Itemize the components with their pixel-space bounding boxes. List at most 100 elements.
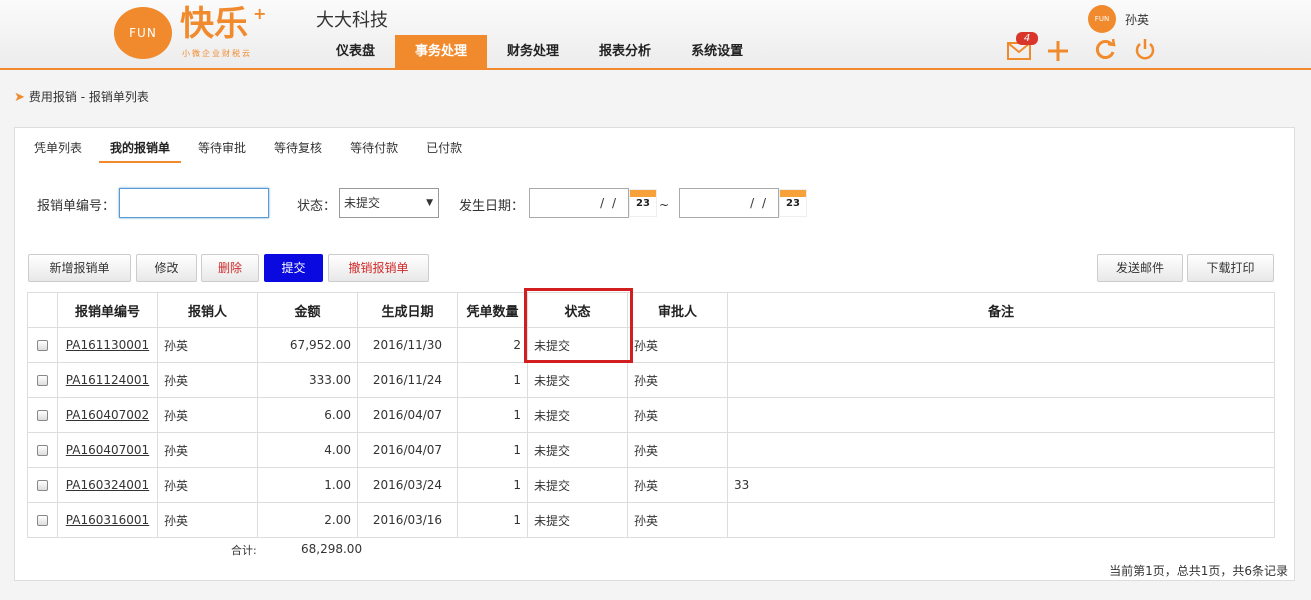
main-nav: 仪表盘 事务处理 财务处理 报表分析 系统设置 <box>316 35 763 68</box>
revoke-button[interactable]: 撤销报销单 <box>328 254 429 282</box>
main-panel: 凭单列表 我的报销单 等待审批 等待复核 等待付款 已付款 报销单编号： 状态：… <box>14 127 1295 581</box>
tab-pending-approval[interactable]: 等待审批 <box>187 138 257 164</box>
arrow-right-icon: ➤ <box>14 90 25 105</box>
logo-plus: + <box>253 4 267 23</box>
avatar[interactable]: FUN <box>1088 5 1116 33</box>
calendar-day: 23 <box>786 198 800 209</box>
status-select[interactable]: 未提交 ▼ <box>339 188 439 218</box>
table-row: PA160407002 孙英 6.00 2016/04/07 1 未提交 孙英 <box>27 397 1275 433</box>
table-row: PA160316001 孙英 2.00 2016/03/16 1 未提交 孙英 <box>27 502 1275 538</box>
date-to-input[interactable]: / / <box>679 188 779 218</box>
status-label: 状态： <box>297 199 337 214</box>
cell-approver: 孙英 <box>627 502 728 538</box>
nav-finance[interactable]: 财务处理 <box>487 35 579 68</box>
submit-button[interactable]: 提交 <box>264 254 323 282</box>
row-checkbox[interactable] <box>37 515 48 526</box>
download-print-button[interactable]: 下载打印 <box>1187 254 1274 282</box>
delete-button[interactable]: 删除 <box>201 254 259 282</box>
row-checkbox-cell <box>27 432 58 468</box>
top-header: FUN 快乐 + 小微企业财税云 大大科技 仪表盘 事务处理 财务处理 报表分析… <box>0 0 1311 70</box>
cell-date: 2016/04/07 <box>357 397 458 433</box>
row-checkbox-cell <box>27 502 58 538</box>
cell-note <box>727 432 1275 468</box>
send-email-button[interactable]: 发送邮件 <box>1097 254 1183 282</box>
tab-paid[interactable]: 已付款 <box>415 138 473 164</box>
date-separator: ~ <box>659 198 670 212</box>
cell-status: 未提交 <box>527 362 628 398</box>
expense-number-link[interactable]: PA160407002 <box>66 408 149 422</box>
tab-my-expenses[interactable]: 我的报销单 <box>99 138 182 163</box>
cell-note <box>727 362 1275 398</box>
cell-status: 未提交 <box>527 432 628 468</box>
header-person: 报销人 <box>157 292 258 328</box>
calendar-icon[interactable]: 23 <box>779 189 807 217</box>
cell-person: 孙英 <box>157 467 258 503</box>
nav-settings[interactable]: 系统设置 <box>671 35 763 68</box>
cell-count: 1 <box>457 467 528 503</box>
number-input[interactable] <box>119 188 269 218</box>
table-row: PA160324001 孙英 1.00 2016/03/24 1 未提交 孙英 … <box>27 467 1275 503</box>
row-checkbox[interactable] <box>37 340 48 351</box>
number-label: 报销单编号： <box>37 199 116 214</box>
cell-date: 2016/04/07 <box>357 432 458 468</box>
logo-mark[interactable]: FUN <box>114 7 172 59</box>
row-checkbox-cell <box>27 327 58 363</box>
cell-approver: 孙英 <box>627 467 728 503</box>
cell-number: PA160407002 <box>57 397 158 433</box>
nav-dashboard[interactable]: 仪表盘 <box>316 35 395 68</box>
edit-button[interactable]: 修改 <box>136 254 197 282</box>
tab-vouchers[interactable]: 凭单列表 <box>23 138 93 164</box>
cell-count: 1 <box>457 432 528 468</box>
table-row: PA161130001 孙英 67,952.00 2016/11/30 2 未提… <box>27 327 1275 363</box>
cell-count: 1 <box>457 397 528 433</box>
row-checkbox-cell <box>27 467 58 503</box>
date-from-input[interactable]: / / <box>529 188 629 218</box>
expense-number-link[interactable]: PA161124001 <box>66 373 149 387</box>
expense-number-link[interactable]: PA160407001 <box>66 443 149 457</box>
refresh-icon[interactable] <box>1094 38 1116 60</box>
header-amount: 金额 <box>257 292 358 328</box>
total-value: 68,298.00 <box>301 542 363 556</box>
expense-number-link[interactable]: PA160324001 <box>66 478 149 492</box>
logo-text: 快乐 <box>180 4 248 44</box>
calendar-day: 23 <box>636 198 650 209</box>
power-icon[interactable] <box>1134 38 1156 60</box>
nav-reports[interactable]: 报表分析 <box>579 35 671 68</box>
cell-status: 未提交 <box>527 467 628 503</box>
total-label: 合计: <box>231 544 257 557</box>
tab-pending-review[interactable]: 等待复核 <box>263 138 333 164</box>
calendar-icon[interactable]: 23 <box>629 189 657 217</box>
cell-note <box>727 397 1275 433</box>
header-date: 生成日期 <box>357 292 458 328</box>
row-checkbox[interactable] <box>37 410 48 421</box>
cell-amount: 4.00 <box>257 432 358 468</box>
cell-person: 孙英 <box>157 502 258 538</box>
expense-number-link[interactable]: PA160316001 <box>66 513 149 527</box>
cell-person: 孙英 <box>157 432 258 468</box>
header-note: 备注 <box>727 292 1275 328</box>
row-checkbox[interactable] <box>37 445 48 456</box>
mail-count-badge: 4 <box>1016 32 1038 45</box>
cell-amount: 67,952.00 <box>257 327 358 363</box>
tab-bar: 凭单列表 我的报销单 等待审批 等待复核 等待付款 已付款 <box>23 138 479 164</box>
cell-approver: 孙英 <box>627 327 728 363</box>
company-name: 大大科技 <box>316 10 388 31</box>
add-expense-button[interactable]: 新增报销单 <box>28 254 131 282</box>
cell-person: 孙英 <box>157 397 258 433</box>
pagination-info: 当前第1页，总共1页，共6条记录 <box>1109 564 1288 578</box>
cell-number: PA160316001 <box>57 502 158 538</box>
expense-number-link[interactable]: PA161130001 <box>66 338 149 352</box>
add-icon[interactable] <box>1047 40 1069 62</box>
tab-pending-payment[interactable]: 等待付款 <box>339 138 409 164</box>
nav-transactions[interactable]: 事务处理 <box>395 35 488 68</box>
row-checkbox-cell <box>27 397 58 433</box>
cell-approver: 孙英 <box>627 397 728 433</box>
row-checkbox[interactable] <box>37 375 48 386</box>
cell-number: PA161124001 <box>57 362 158 398</box>
cell-count: 1 <box>457 362 528 398</box>
username[interactable]: 孙英 <box>1125 11 1149 28</box>
cell-number: PA161130001 <box>57 327 158 363</box>
cell-person: 孙英 <box>157 362 258 398</box>
status-highlight-box <box>524 288 633 363</box>
row-checkbox[interactable] <box>37 480 48 491</box>
